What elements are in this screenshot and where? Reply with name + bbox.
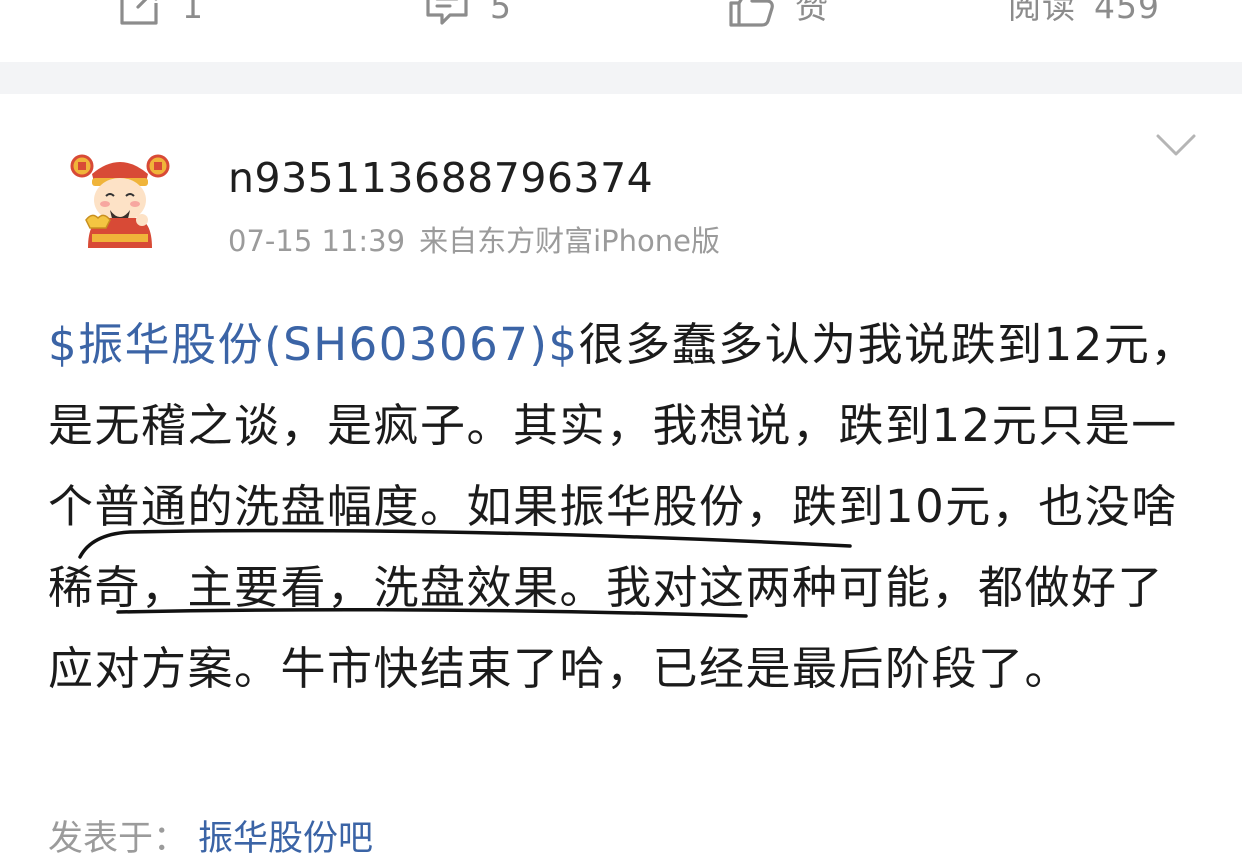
stock-bar-link[interactable]: 振华股份吧 (198, 819, 373, 853)
read-label: 阅读 (1008, 0, 1076, 26)
read-count: 459 (1094, 0, 1160, 26)
posted-in: 发表于： 振华股份吧 (48, 810, 373, 853)
share-button[interactable]: 1 (116, 0, 204, 26)
stock-tag-link[interactable]: $振华股份(SH603067)$ (48, 318, 579, 371)
post-source: 来自东方财富iPhone版 (419, 224, 720, 258)
comment-icon (424, 0, 470, 29)
post-time: 07-15 11:39 (228, 224, 406, 258)
like-button[interactable]: 赞 (727, 0, 829, 29)
share-count: 1 (182, 0, 204, 26)
read-count-display: 阅读 459 (1008, 0, 1160, 26)
reply-post: n935113688796374 07-15 11:39 来自东方财富iPhone… (0, 94, 1242, 853)
more-options-button[interactable] (1152, 130, 1200, 160)
thumbs-up-icon (727, 0, 775, 29)
comment-button[interactable]: 5 (424, 0, 512, 26)
share-icon (116, 0, 162, 29)
god-of-wealth-avatar[interactable] (70, 152, 170, 248)
post-username[interactable]: n935113688796374 (228, 154, 653, 202)
like-label: 赞 (795, 0, 829, 26)
chevron-down-icon (1152, 134, 1200, 164)
post-detail-page: 1 5 赞 阅读 459 n935113688796374 07-15 11:3… (0, 0, 1242, 853)
post-body-text: 很多蠢多认为我说跌到12元，是无稽之谈，是疯子。其实，我想说，跌到12元只是一个… (48, 318, 1197, 695)
comment-count: 5 (490, 0, 512, 26)
section-divider (0, 62, 1242, 94)
post-action-bar: 1 5 赞 阅读 459 (0, 0, 1242, 62)
post-content: $振华股份(SH603067)$很多蠢多认为我说跌到12元，是无稽之谈，是疯子。… (48, 304, 1208, 709)
post-meta: 07-15 11:39 来自东方财富iPhone版 (228, 218, 720, 260)
posted-in-label: 发表于： (48, 819, 189, 853)
